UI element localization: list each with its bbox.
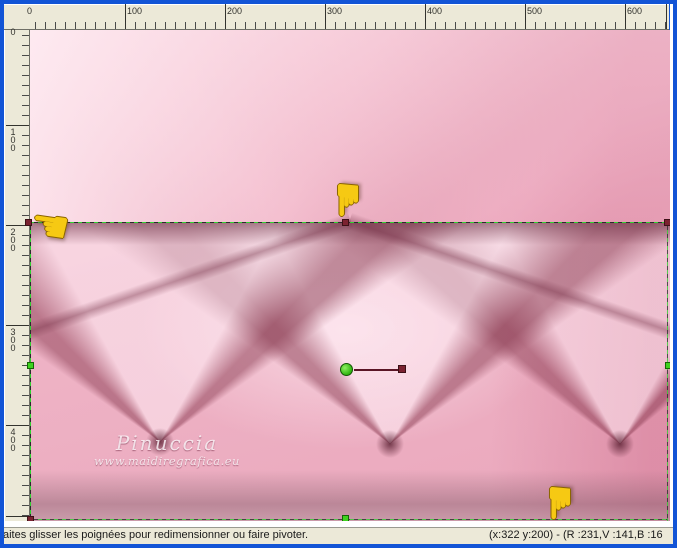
ruler-h-label: 300 bbox=[327, 6, 343, 16]
canvas-artwork-crease-right bbox=[342, 200, 670, 354]
ruler-h-label: 600 bbox=[627, 6, 643, 16]
ruler-h-label: 0 bbox=[27, 6, 33, 16]
ruler-h-label: 100 bbox=[127, 6, 143, 16]
ruler-h-label: 400 bbox=[427, 6, 443, 16]
canvas-artwork-ridge-shadow bbox=[30, 223, 670, 245]
app-window: 0 100 200 300 400 500 600 0 100 200 300 … bbox=[0, 0, 677, 548]
watermark-author: Pinuccia bbox=[115, 431, 219, 455]
canvas-right-margin bbox=[670, 4, 673, 543]
canvas-artwork-crease-left bbox=[30, 200, 358, 354]
status-message: aites glisser les poignées pour redimens… bbox=[4, 529, 309, 541]
ruler-v-label: 100 bbox=[8, 127, 18, 151]
vertical-ruler: 0 100 200 300 400 bbox=[4, 27, 30, 521]
ruler-h-label: 500 bbox=[527, 6, 543, 16]
canvas-artwork-top-gradient bbox=[30, 30, 670, 223]
horizontal-ruler: 0 100 200 300 400 500 600 bbox=[4, 4, 669, 30]
status-position-readout: (x:322 y:200) - (R :231,V :141,B :16 bbox=[489, 529, 663, 541]
horizontal-ruler-major-ticks bbox=[26, 4, 667, 29]
ruler-h-label: 200 bbox=[227, 6, 243, 16]
ruler-v-label: 0 bbox=[8, 27, 18, 35]
ruler-v-label: 400 bbox=[8, 427, 18, 451]
image-canvas[interactable]: Pinuccia www.maidiregrafica.eu bbox=[30, 30, 670, 521]
status-bar: aites glisser les poignées pour redimens… bbox=[4, 527, 673, 544]
watermark: Pinuccia www.maidiregrafica.eu bbox=[67, 432, 267, 468]
ruler-v-label: 200 bbox=[8, 227, 18, 251]
watermark-url: www.maidiregrafica.eu bbox=[94, 454, 240, 468]
ruler-v-label: 300 bbox=[8, 327, 18, 351]
